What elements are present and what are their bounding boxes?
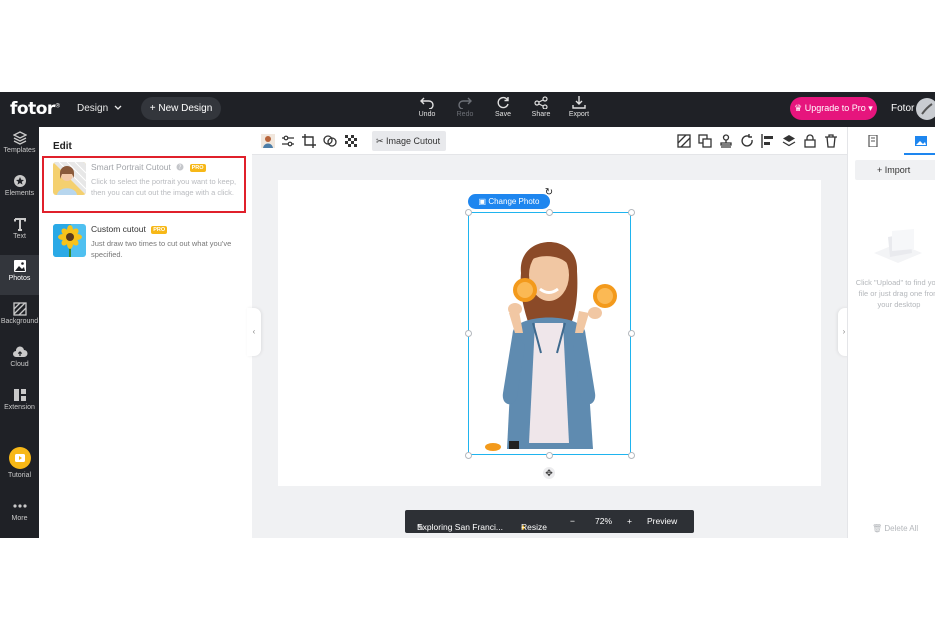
text-icon (13, 218, 26, 231)
crown-icon: ♛ (794, 103, 805, 113)
zoom-level: 72% (595, 516, 613, 526)
selection-frame[interactable] (468, 212, 631, 455)
lock-icon[interactable] (803, 134, 817, 148)
undo-icon (420, 97, 434, 109)
adjust-icon[interactable] (281, 134, 295, 148)
elements-icon (13, 175, 26, 187)
pro-badge: PRO (151, 226, 168, 234)
upgrade-to-pro-button[interactable]: ♛ Upgrade to Pro ▾ (790, 97, 877, 120)
trash-icon: 🗑︎ (872, 524, 885, 533)
pages-tab-icon[interactable] (866, 135, 880, 147)
chevron-down-icon (114, 105, 122, 110)
rail-item-photos[interactable]: Photos (0, 255, 39, 295)
chevron-right-icon: › (842, 327, 846, 336)
uploads-panel: + Import Click "Upload" to find your fil… (847, 127, 935, 538)
design-menu[interactable]: Design (77, 103, 122, 114)
move-handle-icon[interactable]: ✥ (543, 467, 555, 479)
left-rail: Templates Elements Text Photos Backgroun… (0, 127, 39, 538)
stamp-icon[interactable] (719, 134, 733, 148)
delete-icon[interactable] (824, 134, 838, 148)
resize-handle-bottom[interactable] (546, 452, 553, 459)
active-tab-indicator (904, 153, 935, 155)
effects-icon[interactable] (323, 134, 337, 148)
background-icon (12, 302, 27, 316)
tutorial-icon (8, 447, 31, 469)
resize-handle-right[interactable] (628, 330, 635, 337)
rotate-handle-icon[interactable]: ↻ (543, 187, 555, 199)
image-icon: ▣ (478, 197, 489, 206)
share-button[interactable]: Share (523, 96, 559, 118)
align-icon[interactable] (761, 134, 775, 148)
image-cutout-button[interactable]: ✂ Image Cutout (372, 131, 446, 151)
preview-button[interactable]: Preview (647, 516, 677, 526)
rail-item-cloud[interactable]: Cloud (0, 341, 39, 381)
change-photo-button[interactable]: ▣ Change Photo (468, 194, 550, 209)
panel-title: Edit (53, 141, 72, 152)
rail-item-background[interactable]: Background (0, 298, 39, 338)
layer-order-icon[interactable] (782, 134, 796, 148)
fotor-logo[interactable]: fotor® (10, 99, 61, 119)
resize-handle-bottom-right[interactable] (628, 452, 635, 459)
rail-item-extension[interactable]: Extension (0, 384, 39, 424)
rail-item-templates[interactable]: Templates (0, 127, 39, 167)
rotate-icon[interactable] (740, 134, 754, 148)
custom-cutout-thumbnail (53, 224, 86, 257)
import-button[interactable]: + Import (855, 160, 935, 180)
extension-icon (13, 389, 26, 401)
image-thumb-icon[interactable] (261, 134, 275, 148)
redo-button[interactable]: Redo (447, 96, 483, 118)
design-menu-label: Design (77, 103, 109, 114)
plus-icon: + (877, 165, 885, 175)
share-icon (534, 96, 548, 109)
transparency-icon[interactable] (344, 134, 358, 148)
duplicate-icon[interactable] (698, 134, 712, 148)
fotor-editor: fotor® Design + New Design Undo Redo Sav… (0, 92, 935, 538)
photos-icon (13, 260, 26, 272)
zoom-in-button[interactable]: + (627, 516, 632, 526)
resize-handle-top-right[interactable] (628, 209, 635, 216)
annotation-highlight-box (42, 156, 246, 213)
empty-folder-icon (874, 229, 922, 263)
pattern-icon[interactable] (677, 134, 691, 148)
rail-item-text[interactable]: Text (0, 213, 39, 253)
export-button[interactable]: Export (561, 96, 597, 118)
resize-handle-top-left[interactable] (465, 209, 472, 216)
save-icon (497, 96, 509, 109)
more-icon (12, 504, 27, 508)
chevron-left-icon: ‹ (252, 327, 256, 336)
custom-cutout-description: Just draw two times to cut out what you'… (91, 239, 232, 259)
delete-all-button[interactable]: 🗑︎ Delete All (872, 524, 918, 533)
user-avatar-icon (921, 103, 933, 115)
crop-icon[interactable] (302, 134, 316, 148)
rail-item-more[interactable]: More (0, 495, 39, 535)
layers-icon (12, 131, 27, 145)
resize-handle-left[interactable] (465, 330, 472, 337)
custom-cutout-title: Custom cutout PRO (91, 224, 168, 234)
scissors-icon: ✂ (376, 136, 387, 146)
new-design-button[interactable]: + New Design (141, 97, 221, 120)
top-bar: fotor® Design + New Design Undo Redo Sav… (0, 92, 935, 127)
image-toolbar: ✂ Image Cutout (252, 127, 847, 155)
uploads-tab-icon[interactable] (914, 135, 928, 147)
resize-handle-bottom-left[interactable] (465, 452, 472, 459)
redo-icon (458, 97, 472, 109)
upload-hint: Click "Upload" to find your file or just… (855, 278, 935, 309)
user-name: Fotor (891, 103, 915, 114)
zoom-out-button[interactable]: − (570, 516, 575, 526)
resize-handle-top[interactable] (546, 209, 553, 216)
chevron-down-icon: ▾ (865, 103, 873, 113)
edit-panel: Edit Smart Portrait Cutout ? PRO Click t… (39, 127, 252, 538)
bottom-bar: ✎ Exploring San Franci... ♦ Resize − 72%… (405, 510, 694, 533)
rail-item-elements[interactable]: Elements (0, 170, 39, 210)
export-icon (572, 96, 586, 109)
custom-cutout-option[interactable]: Custom cutout PRO Just draw two times to… (53, 224, 243, 269)
rail-item-tutorial[interactable]: Tutorial (0, 447, 39, 491)
save-button[interactable]: Save (485, 96, 521, 118)
avatar[interactable] (916, 98, 935, 120)
cloud-icon (12, 346, 27, 357)
collapse-left-panel-button[interactable]: ‹ (247, 308, 261, 356)
undo-button[interactable]: Undo (409, 96, 445, 118)
